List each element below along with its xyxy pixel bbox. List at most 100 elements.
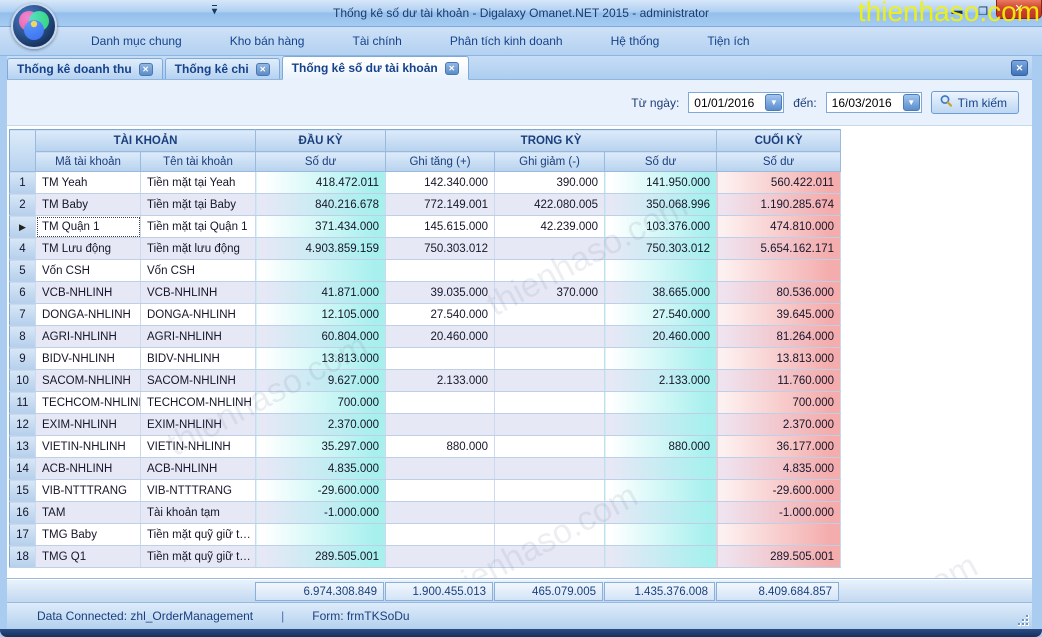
- cell-period-balance[interactable]: 38.665.000: [605, 282, 717, 304]
- table-row[interactable]: 15VIB-NTTTRANGVIB-NTTTRANG-29.600.000-29…: [10, 480, 841, 502]
- cell-period-balance[interactable]: [605, 480, 717, 502]
- cell-account-code[interactable]: DONGA-NHLINH: [36, 304, 141, 326]
- table-row[interactable]: 2TM BabyTiền mặt tại Baby840.216.678772.…: [10, 194, 841, 216]
- menu-item-phân-tích-kinh-doanh[interactable]: Phân tích kinh doanh: [443, 31, 570, 51]
- cell-closing-balance[interactable]: 289.505.001: [717, 546, 841, 568]
- cell-increase[interactable]: 39.035.000: [386, 282, 495, 304]
- table-row[interactable]: 16TAMTài khoản tạm-1.000.000-1.000.000: [10, 502, 841, 524]
- column-header[interactable]: Ghi giảm (-): [495, 152, 605, 172]
- cell-period-balance[interactable]: 27.540.000: [605, 304, 717, 326]
- chevron-down-icon[interactable]: ▼: [903, 94, 920, 111]
- cell-decrease[interactable]: [495, 458, 605, 480]
- cell-increase[interactable]: [386, 414, 495, 436]
- cell-increase[interactable]: [386, 502, 495, 524]
- cell-opening-balance[interactable]: [256, 524, 386, 546]
- table-row[interactable]: 6VCB-NHLINHVCB-NHLINH41.871.00039.035.00…: [10, 282, 841, 304]
- cell-decrease[interactable]: [495, 370, 605, 392]
- row-header[interactable]: 15: [10, 480, 36, 502]
- menu-item-tiện-ích[interactable]: Tiện ích: [700, 31, 756, 51]
- row-header[interactable]: 14: [10, 458, 36, 480]
- table-row[interactable]: 1TM YeahTiền mặt tại Yeah418.472.011142.…: [10, 172, 841, 194]
- cell-account-code[interactable]: BIDV-NHLINH: [36, 348, 141, 370]
- cell-account-code[interactable]: TECHCOM-NHLINH: [36, 392, 141, 414]
- cell-account-name[interactable]: Tài khoản tạm: [141, 502, 256, 524]
- cell-decrease[interactable]: [495, 502, 605, 524]
- row-header[interactable]: 6: [10, 282, 36, 304]
- menu-item-danh-mục-chung[interactable]: Danh mục chung: [84, 31, 189, 51]
- cell-account-name[interactable]: Tiền mặt tại Yeah: [141, 172, 256, 194]
- column-header[interactable]: Số dư: [605, 152, 717, 172]
- cell-decrease[interactable]: 390.000: [495, 172, 605, 194]
- cell-increase[interactable]: [386, 524, 495, 546]
- cell-closing-balance[interactable]: -1.000.000: [717, 502, 841, 524]
- row-header[interactable]: 9: [10, 348, 36, 370]
- row-header[interactable]: 12: [10, 414, 36, 436]
- cell-closing-balance[interactable]: 39.645.000: [717, 304, 841, 326]
- cell-closing-balance[interactable]: -29.600.000: [717, 480, 841, 502]
- row-header[interactable]: 2: [10, 194, 36, 216]
- tab-inactive[interactable]: Thống kê doanh thu✕: [7, 58, 163, 79]
- cell-opening-balance[interactable]: -1.000.000: [256, 502, 386, 524]
- cell-account-code[interactable]: TAM: [36, 502, 141, 524]
- cell-account-code[interactable]: VIETIN-NHLINH: [36, 436, 141, 458]
- cell-account-name[interactable]: SACOM-NHLINH: [141, 370, 256, 392]
- cell-opening-balance[interactable]: [256, 260, 386, 282]
- cell-account-code[interactable]: Vốn CSH: [36, 260, 141, 282]
- row-header[interactable]: 18: [10, 546, 36, 568]
- cell-period-balance[interactable]: [605, 260, 717, 282]
- cell-account-name[interactable]: VIB-NTTTRANG: [141, 480, 256, 502]
- cell-period-balance[interactable]: [605, 348, 717, 370]
- row-header[interactable]: ▶: [10, 216, 36, 238]
- cell-increase[interactable]: 772.149.001: [386, 194, 495, 216]
- column-header[interactable]: Ghi tăng (+): [386, 152, 495, 172]
- cell-decrease[interactable]: [495, 304, 605, 326]
- maximize-icon[interactable]: ❐: [970, 5, 996, 18]
- cell-account-name[interactable]: Tiền mặt lưu động: [141, 238, 256, 260]
- cell-closing-balance[interactable]: 11.760.000: [717, 370, 841, 392]
- cell-opening-balance[interactable]: 35.297.000: [256, 436, 386, 458]
- cell-period-balance[interactable]: 750.303.012: [605, 238, 717, 260]
- from-date-input[interactable]: 01/01/2016 ▼: [688, 92, 784, 113]
- tab-inactive[interactable]: Thống kê chi✕: [165, 58, 280, 79]
- cell-account-code[interactable]: TM Baby: [36, 194, 141, 216]
- table-row[interactable]: 5Vốn CSHVốn CSH: [10, 260, 841, 282]
- cell-increase[interactable]: 20.460.000: [386, 326, 495, 348]
- table-row[interactable]: 4TM Lưu độngTiền mặt lưu động4.903.859.1…: [10, 238, 841, 260]
- cell-closing-balance[interactable]: 80.536.000: [717, 282, 841, 304]
- cell-decrease[interactable]: 422.080.005: [495, 194, 605, 216]
- table-row[interactable]: 14ACB-NHLINHACB-NHLINH4.835.0004.835.000: [10, 458, 841, 480]
- row-header[interactable]: 7: [10, 304, 36, 326]
- column-header[interactable]: Số dư: [256, 152, 386, 172]
- cell-opening-balance[interactable]: 371.434.000: [256, 216, 386, 238]
- quick-access-dropdown-icon[interactable]: ▾: [212, 5, 217, 18]
- cell-period-balance[interactable]: 141.950.000: [605, 172, 717, 194]
- cell-opening-balance[interactable]: 12.105.000: [256, 304, 386, 326]
- tab-close-icon[interactable]: ✕: [256, 63, 270, 76]
- cell-period-balance[interactable]: 103.376.000: [605, 216, 717, 238]
- cell-increase[interactable]: [386, 458, 495, 480]
- chevron-down-icon[interactable]: ▼: [765, 94, 782, 111]
- cell-decrease[interactable]: [495, 348, 605, 370]
- cell-increase[interactable]: [386, 546, 495, 568]
- cell-opening-balance[interactable]: 2.370.000: [256, 414, 386, 436]
- column-header[interactable]: Mã tài khoản: [36, 152, 141, 172]
- to-date-input[interactable]: 16/03/2016 ▼: [826, 92, 922, 113]
- cell-increase[interactable]: 2.133.000: [386, 370, 495, 392]
- cell-decrease[interactable]: [495, 392, 605, 414]
- table-row[interactable]: 12EXIM-NHLINHEXIM-NHLINH2.370.0002.370.0…: [10, 414, 841, 436]
- cell-closing-balance[interactable]: 81.264.000: [717, 326, 841, 348]
- cell-decrease[interactable]: [495, 546, 605, 568]
- cell-decrease[interactable]: [495, 436, 605, 458]
- cell-account-name[interactable]: AGRI-NHLINH: [141, 326, 256, 348]
- row-header[interactable]: 8: [10, 326, 36, 348]
- cell-increase[interactable]: [386, 260, 495, 282]
- cell-account-name[interactable]: ACB-NHLINH: [141, 458, 256, 480]
- cell-opening-balance[interactable]: 4.835.000: [256, 458, 386, 480]
- minimize-icon[interactable]: ▬: [944, 5, 970, 17]
- cell-closing-balance[interactable]: 560.422.011: [717, 172, 841, 194]
- cell-closing-balance[interactable]: 13.813.000: [717, 348, 841, 370]
- cell-increase[interactable]: [386, 392, 495, 414]
- cell-opening-balance[interactable]: 60.804.000: [256, 326, 386, 348]
- cell-account-code[interactable]: TM Lưu động: [36, 238, 141, 260]
- column-header[interactable]: Số dư: [717, 152, 841, 172]
